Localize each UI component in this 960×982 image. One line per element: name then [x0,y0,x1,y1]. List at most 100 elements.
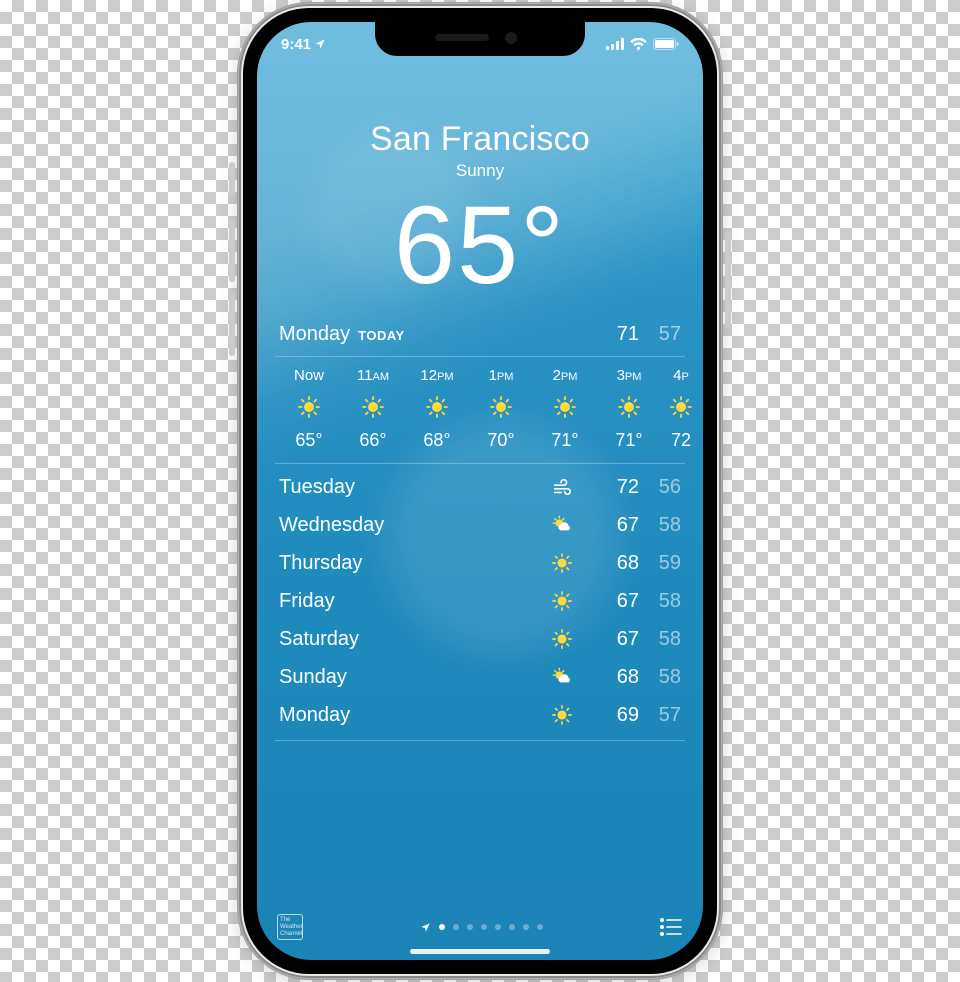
day-low: 59 [639,552,681,575]
day-name: Wednesday [279,514,527,537]
hour-temp: 72 [671,430,691,451]
today-day: Monday [279,323,350,346]
day-name: Thursday [279,552,527,575]
status-time-group: 9:41 [281,36,326,53]
day-name: Monday [279,704,527,727]
day-high: 72 [597,476,639,499]
power-button[interactable] [725,232,731,328]
home-indicator[interactable] [410,949,550,954]
sun-icon [618,396,640,418]
sun-icon [552,629,572,649]
sun-icon [552,553,572,573]
page-dot[interactable] [481,924,487,930]
notch [375,22,585,56]
page-dot[interactable] [439,924,445,930]
weather-channel-logo[interactable]: TheWeatherChannel [277,914,303,940]
hour-time: 3PM [617,367,642,384]
day-low: 58 [639,514,681,537]
daily-forecast[interactable]: Tuesday7256Wednesday6758Thursday6859Frid… [257,464,703,734]
hour-time: 2PM [553,367,578,384]
hourly-item: 3PM71° [597,367,661,451]
hour-time: 11AM [357,367,389,384]
location-arrow-icon [420,922,431,933]
location-services-icon [314,38,326,50]
hourly-item: 4P 72 [661,367,701,451]
day-high: 67 [597,590,639,613]
day-name: Tuesday [279,476,527,499]
page-indicator[interactable] [420,922,543,933]
hour-time: Now [294,367,324,384]
volume-up-button[interactable] [229,220,235,282]
day-name: Sunday [279,666,527,689]
hour-time: 4P [673,367,689,384]
mute-switch[interactable] [229,162,235,196]
sun-icon [362,396,384,418]
hourly-item: 12PM 68° [405,367,469,451]
sun-icon [298,396,320,418]
current-temperature: 65° [257,191,703,301]
cellular-icon [606,38,624,50]
page-dot[interactable] [467,924,473,930]
day-high: 69 [597,704,639,727]
day-high: 67 [597,628,639,651]
daily-row: Thursday 6859 [279,544,681,582]
day-high: 68 [597,552,639,575]
wind-icon [552,477,572,497]
sun-icon [552,591,572,611]
hourly-item: 1PM 70° [469,367,533,451]
page-dot[interactable] [523,924,529,930]
hourly-forecast[interactable]: Now65°11AM66°12PM68°1PM70°2PM71°3PM71°4P… [257,357,703,463]
today-tag: TODAY [358,328,405,343]
sun-icon [552,705,572,725]
list-icon [659,917,683,937]
hourly-item: Now 65° [277,367,341,451]
page-dot[interactable] [453,924,459,930]
daily-row: Friday 6758 [279,582,681,620]
wifi-icon [630,38,647,50]
hour-temp: 68° [423,430,450,451]
device-frame: 9:41 [237,2,723,980]
locations-list-button[interactable] [659,917,683,937]
daily-row: Saturday6758 [279,620,681,658]
screen[interactable]: 9:41 [257,22,703,960]
today-high: 71 [597,323,639,346]
daily-row: Monday 6957 [279,696,681,734]
battery-icon [653,38,679,50]
hero: San Francisco Sunny 65° [257,74,703,309]
status-time: 9:41 [281,36,311,53]
day-name: Friday [279,590,527,613]
status-right [606,38,679,50]
weather-content: San Francisco Sunny 65° Monday TODAY 71 … [257,22,703,960]
volume-down-button[interactable] [229,294,235,356]
hour-temp: 65° [295,430,322,451]
sun-icon [490,396,512,418]
condition-label: Sunny [257,161,703,181]
sun-icon [670,396,692,418]
hourly-item: 2PM 71° [533,367,597,451]
partly-icon [552,515,572,535]
hour-temp: 66° [359,430,386,451]
hour-temp: 71° [551,430,578,451]
hour-temp: 70° [487,430,514,451]
daily-row: Wednesday 6758 [279,506,681,544]
hourly-item: 11AM 66° [341,367,405,451]
day-high: 68 [597,666,639,689]
day-high: 67 [597,514,639,537]
page-dot[interactable] [495,924,501,930]
daily-row: Tuesday 7256 [279,468,681,506]
daily-row: Sunday6858 [279,658,681,696]
page-dot[interactable] [537,924,543,930]
sun-icon [554,396,576,418]
day-low: 58 [639,628,681,651]
today-low: 57 [639,323,681,346]
partly-icon [552,667,572,687]
day-low: 57 [639,704,681,727]
day-low: 58 [639,590,681,613]
bezel: 9:41 [243,8,717,974]
page-dot[interactable] [509,924,515,930]
hour-time: 12PM [420,367,453,384]
day-low: 56 [639,476,681,499]
separator [275,740,685,741]
location-name: San Francisco [257,120,703,159]
hour-time: 1PM [489,367,514,384]
